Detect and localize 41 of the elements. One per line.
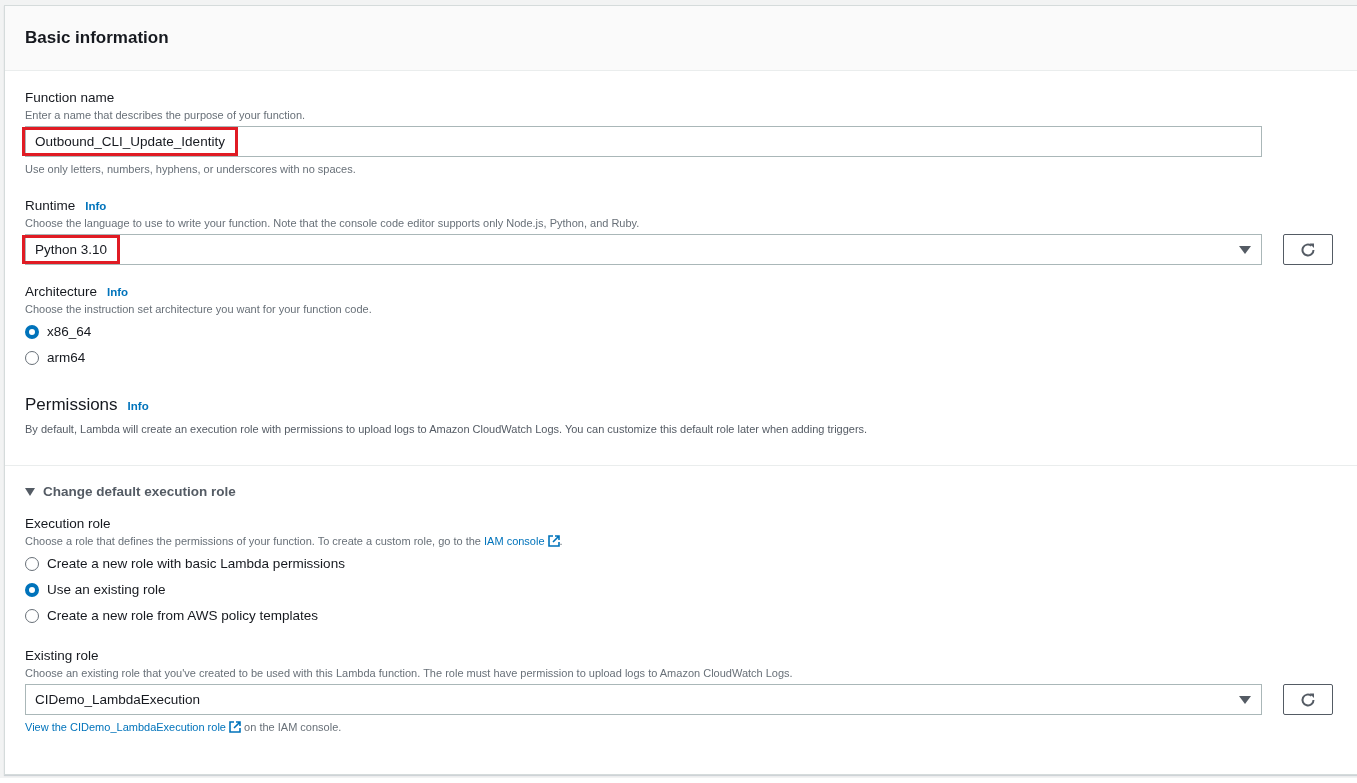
- runtime-dropdown[interactable]: Python 3.10: [25, 234, 1262, 265]
- radio-button[interactable]: [25, 325, 39, 339]
- refresh-button[interactable]: [1283, 234, 1333, 265]
- field-label: Existing role: [25, 647, 100, 665]
- field-label: Function name: [25, 89, 116, 107]
- help-text: Enter a name that describes the purpose of your function.: [25, 108, 307, 123]
- radio-label[interactable]: x86_64: [47, 323, 92, 341]
- triangle-icon: [25, 487, 35, 496]
- field-label: Execution role: [25, 515, 112, 533]
- expander-toggle[interactable]: Change default execution role: [25, 484, 236, 499]
- external-link-icon: [547, 535, 560, 547]
- existing-role-dropdown[interactable]: CIDemo_LambdaExecution: [25, 684, 1262, 715]
- constraint-text: Use only letters, numbers, hyphens, or underscores with no spaces.: [25, 162, 357, 177]
- permissions-text: By default, Lambda will create an execution role with permissions to upload logs to Amazon CloudWatch Logs. You can customize this default role later when adding triggers.: [25, 422, 869, 437]
- caret-icon: [1239, 246, 1251, 254]
- punctuation: .: [559, 535, 563, 547]
- refresh-button[interactable]: [1283, 684, 1333, 715]
- radio-label[interactable]: arm64: [47, 349, 86, 367]
- field-label: Architecture: [25, 283, 98, 301]
- help-text: on the IAM console.: [244, 721, 342, 733]
- radio-label[interactable]: Create a new role with basic Lambda permissions: [47, 555, 345, 573]
- help-text: Choose a role that defines the permissions of your function. To create a custom role, go to the: [25, 535, 481, 547]
- info-link[interactable]: Info: [127, 400, 149, 412]
- field-label: Runtime: [25, 197, 76, 215]
- info-link[interactable]: Info: [107, 286, 129, 298]
- external-link-icon: [229, 721, 242, 733]
- refresh-icon: [1299, 240, 1317, 259]
- caret-icon: [1239, 696, 1251, 704]
- help-text: Choose an existing role that you've created to be used with this Lambda function. The role must have permission to upload logs to Amazon CloudWatch Logs.: [25, 666, 794, 681]
- radio-button[interactable]: [25, 583, 39, 597]
- view-role-link[interactable]: View the CIDemo_LambdaExecution role: [25, 721, 242, 733]
- panel-title: Basic information: [25, 28, 169, 48]
- refresh-icon: [1299, 690, 1317, 709]
- help-text: Choose the language to use to write your function. Note that the console code editor supports only Node.js, Python, and Ruby.: [25, 216, 641, 231]
- function-name-field[interactable]: Outbound_CLI_Update_Identity: [25, 126, 1262, 157]
- help-text: Choose the instruction set architecture you want for your function code.: [25, 302, 373, 317]
- radio-label[interactable]: Use an existing role: [47, 581, 166, 599]
- radio-label[interactable]: Create a new role from AWS policy templates: [47, 607, 319, 625]
- section-title: Permissions: [25, 395, 118, 415]
- info-link[interactable]: Info: [85, 200, 107, 212]
- iam-console-link[interactable]: IAM console: [484, 535, 560, 547]
